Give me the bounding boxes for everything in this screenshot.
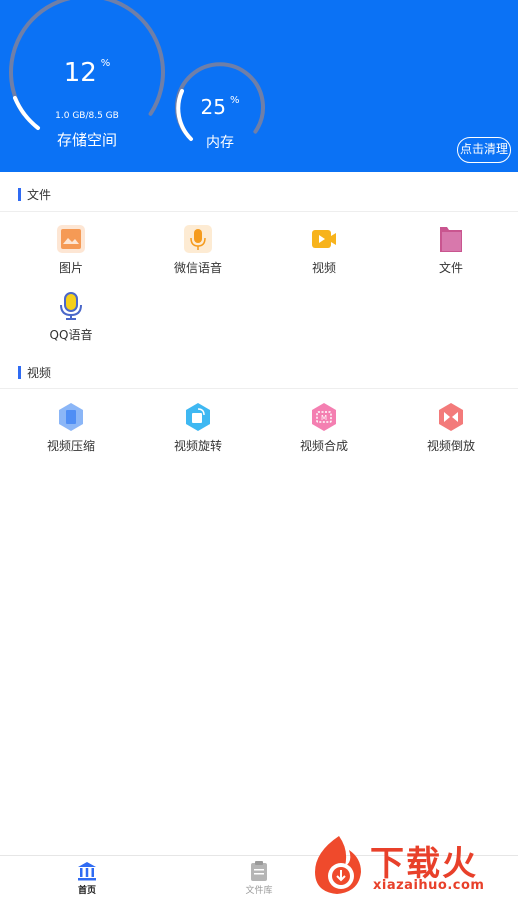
item-video[interactable]: 视频	[259, 224, 389, 276]
storage-detail: 1.0 GB/8.5 GB	[55, 111, 119, 121]
item-video-reverse[interactable]: 视频倒放	[386, 402, 516, 454]
item-label: 视频合成	[299, 439, 348, 453]
item-label: QQ语音	[49, 328, 93, 342]
section-marker	[18, 188, 21, 201]
rotate-icon	[186, 403, 210, 431]
section-marker	[18, 366, 21, 379]
memory-gauge: 25% 内存	[175, 62, 265, 153]
files-section-label: 文件	[27, 188, 52, 202]
storage-gauge: 12% 1.0 GB/8.5 GB 存储空间	[8, 0, 166, 156]
nav-home-label: 首页	[77, 886, 96, 896]
storage-ring-track	[9, 0, 165, 116]
video-section-title: 视频	[18, 364, 51, 381]
item-label: 视频压缩	[46, 439, 95, 453]
item-label: 视频倒放	[426, 439, 475, 453]
divider	[0, 211, 518, 212]
merge-icon: M	[312, 403, 336, 431]
files-section-title: 文件	[18, 186, 51, 203]
compress-icon	[59, 403, 83, 431]
video-icon	[312, 230, 336, 248]
item-label: 视频	[311, 261, 336, 275]
item-files[interactable]: 文件	[386, 224, 516, 276]
qq-microphone-icon	[60, 292, 82, 320]
image-icon	[57, 225, 85, 253]
item-wechat-voice[interactable]: 微信语音	[133, 224, 263, 276]
item-label: 图片	[58, 261, 83, 275]
item-video-compress[interactable]: 视频压缩	[6, 402, 136, 454]
nav-library-label: 文件库	[245, 886, 273, 896]
reverse-icon	[439, 403, 463, 431]
nav-library[interactable]: 文件库	[219, 860, 299, 896]
memory-percent: 25%	[200, 95, 240, 119]
bank-icon	[78, 862, 96, 881]
clipboard-icon	[251, 861, 267, 881]
memory-label: 内存	[206, 135, 234, 151]
item-video-merge[interactable]: M 视频合成	[259, 402, 389, 454]
folder-icon	[440, 227, 462, 252]
clean-button[interactable]: 点击清理	[457, 137, 511, 163]
watermark-logo: 下载火 xiazaihuo.com	[305, 832, 518, 898]
storage-label: 存储空间	[56, 131, 117, 149]
storage-percent: 12%	[63, 58, 111, 88]
storage-header: 12% 1.0 GB/8.5 GB 存储空间 25% 内存 点击清理	[0, 0, 518, 172]
divider	[0, 388, 518, 389]
flame-icon	[315, 836, 361, 894]
watermark-site: xiazaihuo.com	[373, 878, 485, 893]
nav-home[interactable]: 首页	[47, 860, 127, 896]
svg-text:M: M	[321, 414, 327, 422]
microphone-icon	[184, 225, 212, 253]
video-section-label: 视频	[27, 366, 52, 380]
item-qq-voice[interactable]: QQ语音	[6, 291, 136, 343]
item-label: 文件	[438, 261, 463, 275]
item-video-rotate[interactable]: 视频旋转	[133, 402, 263, 454]
item-label: 微信语音	[173, 261, 222, 275]
item-images[interactable]: 图片	[6, 224, 136, 276]
item-label: 视频旋转	[173, 439, 222, 453]
